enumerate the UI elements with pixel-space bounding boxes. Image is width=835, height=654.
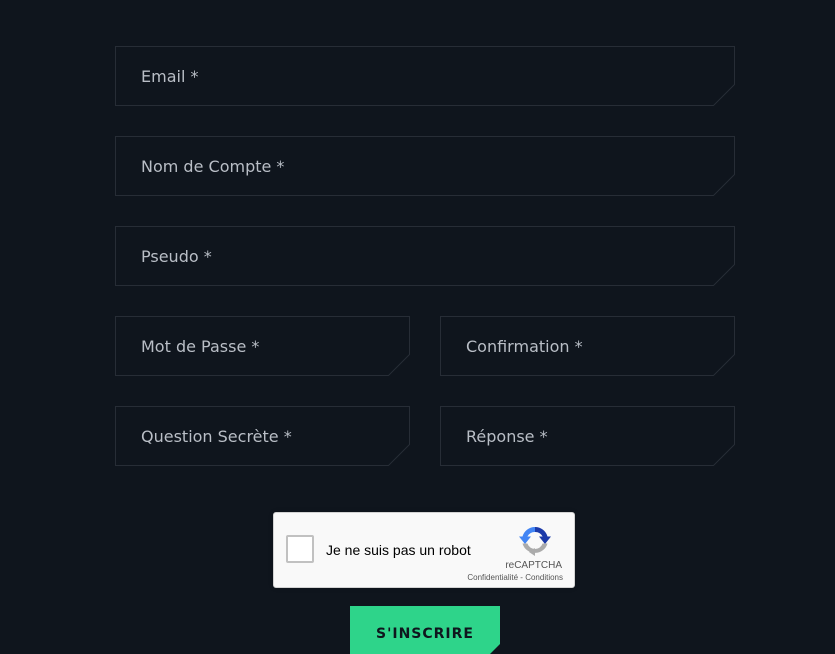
confirmation-field-wrapper: [440, 316, 735, 376]
secret-question-field-wrapper: [115, 406, 410, 466]
secret-question-input[interactable]: [115, 406, 410, 466]
recaptcha-privacy-link[interactable]: Confidentialité: [467, 573, 518, 582]
confirmation-input[interactable]: [440, 316, 735, 376]
password-input[interactable]: [115, 316, 410, 376]
email-field-wrapper: [115, 46, 735, 106]
answer-input[interactable]: [440, 406, 735, 466]
pseudo-input[interactable]: [115, 226, 735, 286]
register-button[interactable]: S'INSCRIRE: [350, 606, 500, 654]
answer-field-wrapper: [440, 406, 735, 466]
pseudo-field-wrapper: [115, 226, 735, 286]
recaptcha-brand: reCAPTCHA: [505, 560, 562, 571]
recaptcha-terms-link[interactable]: Conditions: [525, 573, 563, 582]
email-input[interactable]: [115, 46, 735, 106]
recaptcha-links: Confidentialité - Conditions: [467, 573, 563, 582]
account-name-input[interactable]: [115, 136, 735, 196]
register-button-label: S'INSCRIRE: [376, 626, 474, 642]
recaptcha-checkbox[interactable]: [286, 535, 314, 563]
account-name-field-wrapper: [115, 136, 735, 196]
recaptcha-logo-icon: [519, 527, 551, 556]
recaptcha-label: Je ne suis pas un robot: [326, 542, 471, 558]
recaptcha-widget: Je ne suis pas un robot reCAPTCHA Confid…: [273, 512, 575, 588]
password-field-wrapper: [115, 316, 410, 376]
